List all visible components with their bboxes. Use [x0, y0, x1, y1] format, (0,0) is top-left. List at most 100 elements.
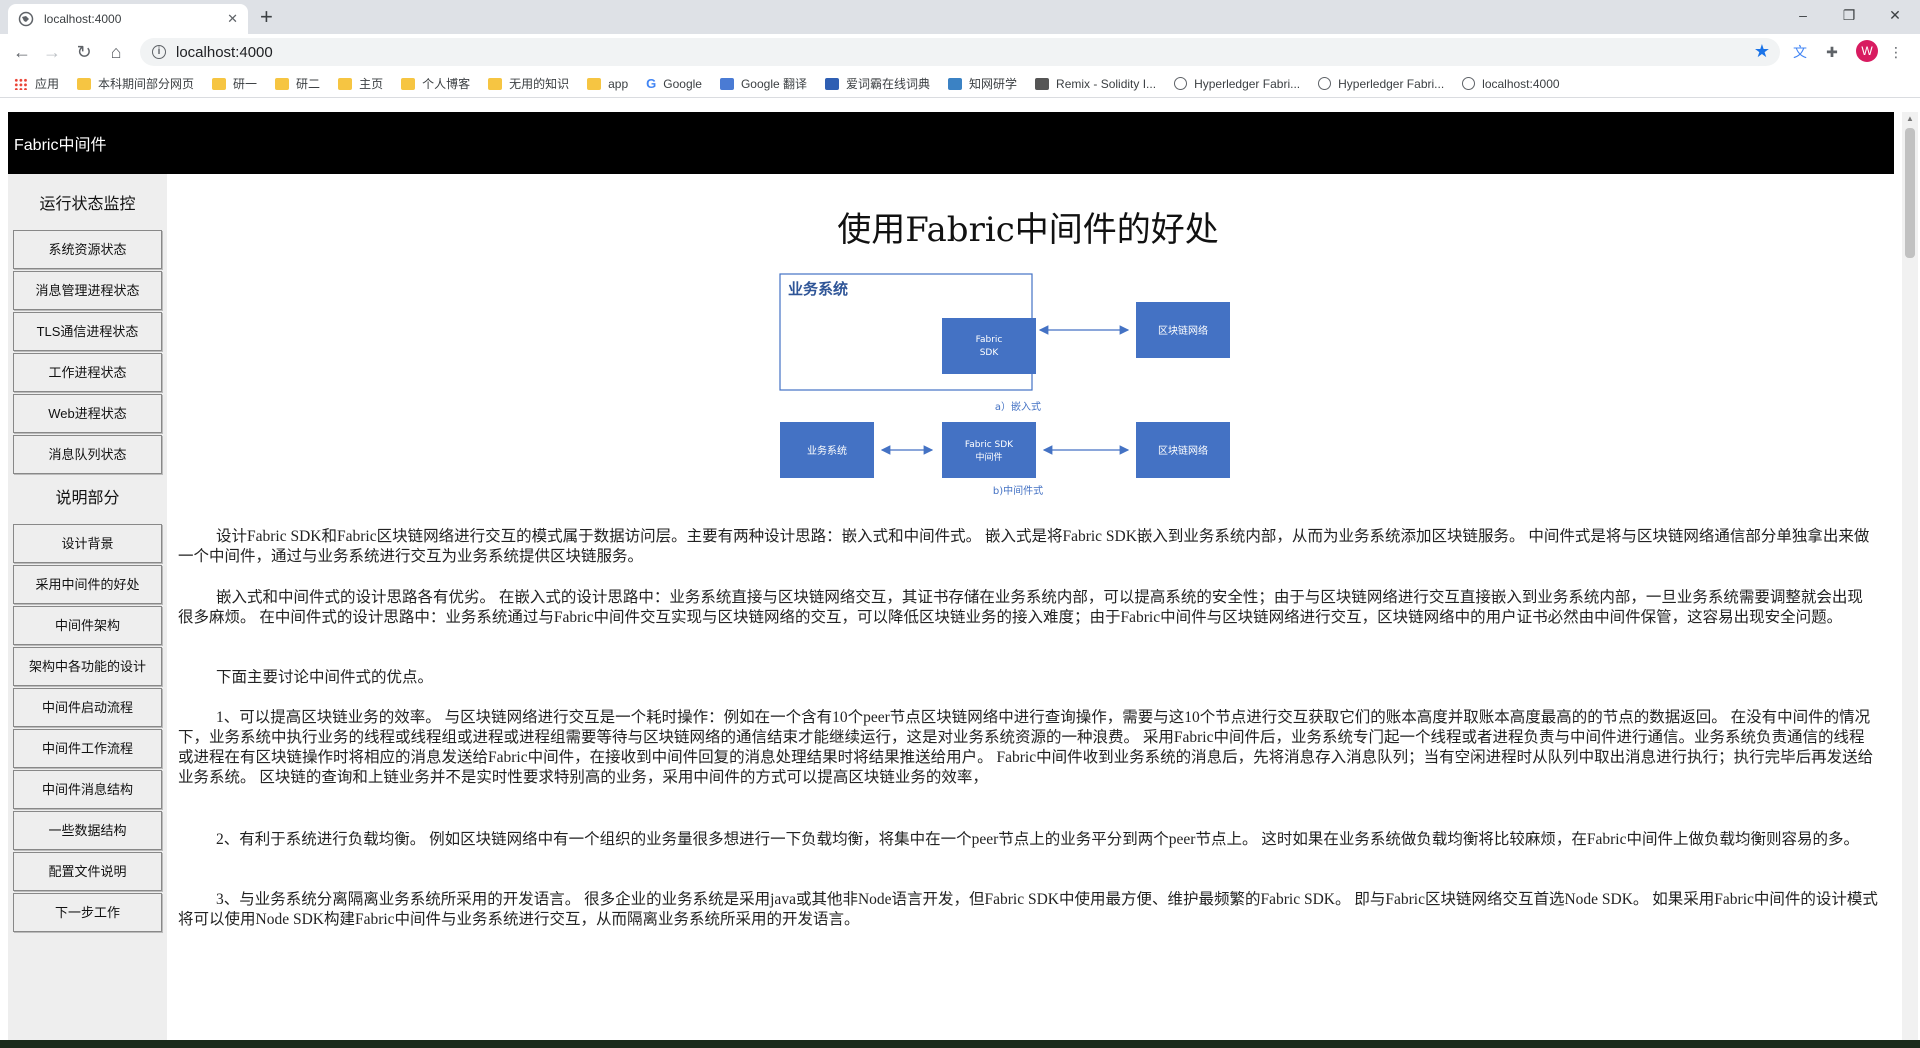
scrollbar-thumb[interactable] — [1905, 128, 1915, 258]
sidebar-item-function-design[interactable]: 架构中各功能的设计 — [13, 647, 162, 686]
bookmark-label: 本科期间部分网页 — [98, 77, 195, 91]
bookmark-label: 知网研学 — [969, 77, 1018, 91]
page-title: 使用Fabric中间件的好处 — [837, 210, 1219, 250]
sidebar-item-worker[interactable]: 工作进程状态 — [13, 353, 162, 392]
bookmark-folder[interactable]: 本科期间部分网页 — [77, 75, 194, 92]
folder-icon — [212, 77, 227, 90]
browser-toolbar: ← → ↻ ⌂ i localhost:4000 ★ 文 ✚ ⋮ — [0, 34, 1920, 70]
bookmark-hyperledger[interactable]: Hyperledger Fabri... — [1174, 77, 1300, 91]
minimize-button[interactable]: – — [1780, 4, 1826, 26]
close-tab-icon[interactable]: ✕ — [227, 11, 238, 27]
bookmark-label: Google — [663, 76, 702, 91]
globe-icon — [1462, 77, 1476, 90]
sidebar-item-web[interactable]: Web进程状态 — [13, 394, 162, 433]
info-icon[interactable]: i — [152, 45, 166, 59]
folder-icon — [77, 77, 92, 90]
menu-dots-icon[interactable]: ⋮ — [1886, 42, 1906, 62]
diagram-svg: 业务系统 Fabric SDK 区块链网络 a）嵌入式 业务系统 Fabric … — [779, 273, 1230, 497]
bookmark-star-icon[interactable]: ★ — [1754, 41, 1770, 62]
bookmark-label: 主页 — [359, 77, 384, 91]
caption-b: b)中间件式 — [993, 484, 1043, 497]
paragraph-point-2: 2、有利于系统进行负载均衡。 例如区块链网络中有一个组织的业务量很多想进行一下负… — [216, 831, 1859, 848]
paragraph-intro: 设计Fabric SDK和Fabric区块链网络进行交互的模式属于数据访问层。主… — [178, 528, 1870, 565]
sidebar-heading-monitoring: 运行状态监控 — [39, 196, 136, 213]
close-window-button[interactable]: ✕ — [1872, 4, 1918, 26]
sidebar-item-data-structures[interactable]: 一些数据结构 — [13, 811, 162, 850]
bookmark-label: Hyperledger Fabri... — [1338, 76, 1445, 91]
profile-avatar[interactable]: W — [1856, 40, 1878, 62]
back-arrow-icon[interactable]: ← — [10, 40, 34, 64]
bookmark-remix[interactable]: Remix - Solidity I... — [1035, 77, 1156, 91]
page-scrollbar[interactable]: ▲ — [1902, 112, 1918, 1040]
bookmark-localhost[interactable]: localhost:4000 — [1462, 76, 1560, 91]
blockchain-label-b: 区块链网络 — [1158, 444, 1208, 457]
sidebar-item-startup-flow[interactable]: 中间件启动流程 — [13, 688, 162, 727]
bookmark-google-translate[interactable]: Google 翻译 — [719, 75, 807, 92]
bookmark-folder[interactable]: 研一 — [212, 75, 257, 92]
bookmark-label: app — [608, 76, 629, 91]
page-header: Fabric中间件 — [8, 112, 1894, 174]
bookmark-label: localhost:4000 — [1482, 76, 1560, 91]
bookmark-cnki[interactable]: 知网研学 — [948, 75, 1017, 92]
globe-icon — [18, 11, 34, 27]
restore-button[interactable]: ❐ — [1826, 4, 1872, 26]
sidebar-item-tls[interactable]: TLS通信进程状态 — [13, 312, 162, 351]
forward-arrow-icon[interactable]: → — [40, 40, 64, 64]
scroll-up-icon[interactable]: ▲ — [1902, 112, 1918, 126]
extensions-puzzle-icon[interactable]: ✚ — [1822, 42, 1842, 62]
reload-icon[interactable]: ↻ — [72, 40, 96, 64]
bookmark-label: 研一 — [233, 77, 258, 91]
bookmark-folder[interactable]: 研二 — [275, 75, 320, 92]
folder-icon — [488, 77, 503, 90]
sidebar-item-message-structure[interactable]: 中间件消息结构 — [13, 770, 162, 809]
bookmarks-bar: 应用 本科期间部分网页 研一 研二 主页 个人博客 无用的知识 app G Goo… — [0, 70, 1920, 98]
cnki-icon — [948, 77, 963, 90]
bookmark-label: 研二 — [296, 77, 321, 91]
sidebar-item-message-queue[interactable]: 消息队列状态 — [13, 435, 162, 474]
remix-icon — [1035, 77, 1050, 90]
bookmark-folder[interactable]: 个人博客 — [401, 75, 470, 92]
bookmark-apps[interactable]: 应用 — [14, 75, 59, 92]
dictionary-icon — [825, 77, 839, 90]
caption-a: a）嵌入式 — [995, 400, 1041, 413]
paragraph-point-3: 3、与业务系统分离隔离业务系统所采用的开发语言。 很多企业的业务系统是采用jav… — [178, 891, 1878, 928]
sidebar-item-next-steps[interactable]: 下一步工作 — [13, 893, 162, 932]
sidebar-item-system-resources[interactable]: 系统资源状态 — [13, 230, 162, 269]
sidebar-item-background[interactable]: 设计背景 — [13, 524, 162, 563]
bookmark-google[interactable]: G Google — [646, 76, 702, 91]
business-system-label-b: 业务系统 — [807, 444, 847, 457]
bookmark-folder[interactable]: 主页 — [338, 75, 383, 92]
middleware-label-line2: 中间件 — [975, 451, 1002, 463]
sidebar-item-benefits[interactable]: 采用中间件的好处 — [13, 565, 162, 604]
bookmark-label: Google 翻译 — [740, 77, 807, 91]
bookmark-dictionary[interactable]: 爱词霸在线词典 — [825, 75, 930, 92]
sidebar-item-work-flow[interactable]: 中间件工作流程 — [13, 729, 162, 768]
bookmark-hyperledger[interactable]: Hyperledger Fabri... — [1318, 77, 1444, 91]
bookmark-folder[interactable]: 无用的知识 — [488, 75, 569, 92]
bookmark-label: 无用的知识 — [509, 77, 570, 91]
folder-icon — [587, 77, 602, 90]
sidebar-item-message-manager[interactable]: 消息管理进程状态 — [13, 271, 162, 310]
sidebar-item-architecture[interactable]: 中间件架构 — [13, 606, 162, 645]
middleware-box — [942, 422, 1036, 478]
site-title[interactable]: Fabric中间件 — [14, 131, 106, 155]
fabric-sdk-label-line1: Fabric — [976, 335, 1003, 345]
bookmark-folder[interactable]: app — [587, 77, 628, 91]
window-controls: – ❐ ✕ — [1780, 4, 1918, 26]
new-tab-button[interactable]: + — [260, 6, 273, 28]
browser-tab[interactable]: localhost:4000 ✕ — [8, 4, 248, 34]
bookmark-label: Remix - Solidity I... — [1056, 76, 1157, 91]
globe-icon — [1174, 77, 1188, 90]
os-taskbar — [0, 1040, 1920, 1048]
tab-title: localhost:4000 — [44, 12, 122, 26]
folder-icon — [275, 77, 290, 90]
fabric-sdk-box — [942, 318, 1036, 374]
globe-icon — [1318, 77, 1332, 90]
address-bar[interactable]: i localhost:4000 ★ — [140, 38, 1780, 66]
translate-extension-icon[interactable]: 文 — [1790, 42, 1810, 62]
browser-tabstrip: localhost:4000 ✕ + – ❐ ✕ — [0, 0, 1920, 34]
folder-icon — [338, 77, 353, 90]
home-icon[interactable]: ⌂ — [104, 40, 128, 64]
google-icon: G — [646, 76, 657, 91]
sidebar-item-config[interactable]: 配置文件说明 — [13, 852, 162, 891]
